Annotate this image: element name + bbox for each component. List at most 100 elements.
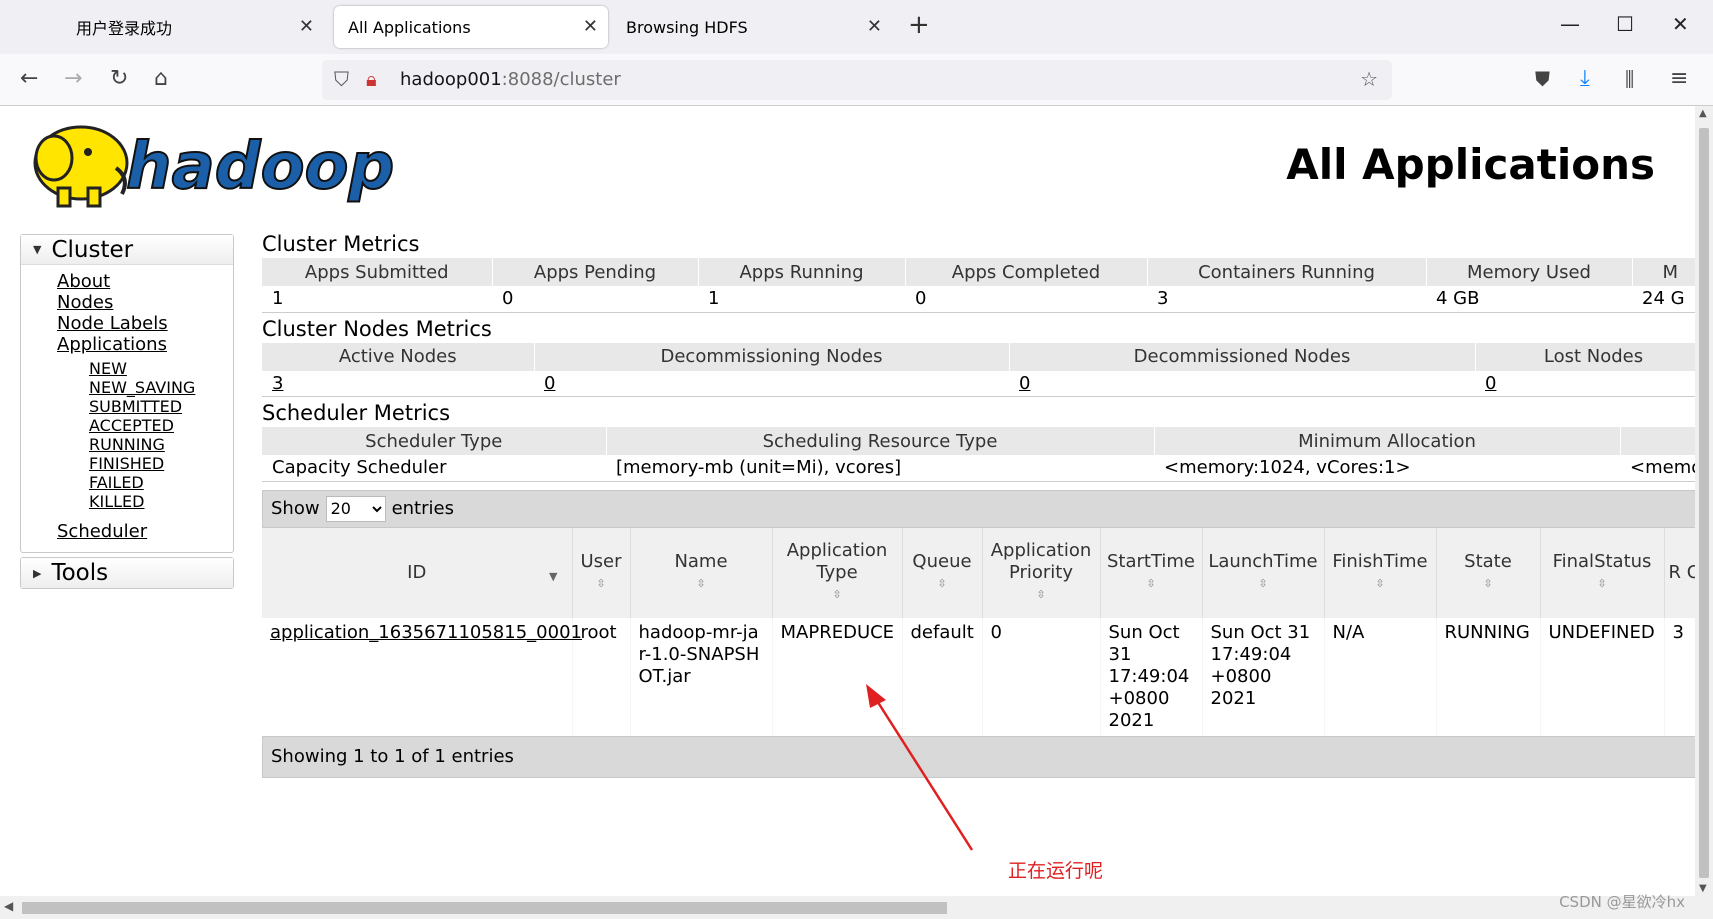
header-maximum-allocation xyxy=(1620,427,1695,455)
sidebar-link-about[interactable]: About xyxy=(57,271,233,292)
forward-icon[interactable]: → xyxy=(64,66,82,92)
hadoop-logo: hadoop xyxy=(33,125,395,208)
vertical-scroll-thumb[interactable] xyxy=(1699,128,1709,878)
close-icon[interactable]: ✕ xyxy=(867,16,882,37)
url-text[interactable]: hadoop001:8088/cluster xyxy=(400,69,621,90)
tab-browsing-hdfs[interactable]: Browsing HDFS ✕ xyxy=(612,6,892,48)
sidebar-link-nodes[interactable]: Nodes xyxy=(57,292,233,313)
tools-section: ▶ Tools xyxy=(20,557,234,589)
tab-all-applications[interactable]: All Applications ✕ xyxy=(334,6,608,48)
link-active-nodes[interactable]: 3 xyxy=(272,373,283,394)
back-icon[interactable]: ← xyxy=(20,66,38,92)
sidebar-state-new[interactable]: NEW xyxy=(57,359,233,378)
sidebar-link-scheduler[interactable]: Scheduler xyxy=(57,521,233,542)
header-scheduler-type: Scheduler Type xyxy=(262,427,607,455)
column-starttime[interactable]: StartTime ⇳ xyxy=(1100,527,1203,618)
cluster-section: ▼ Cluster About Nodes Node Labels Applica… xyxy=(20,234,234,553)
scroll-left-icon[interactable]: ◀ xyxy=(4,899,13,913)
scroll-down-icon[interactable]: ▼ xyxy=(1699,883,1707,894)
applications-table: ID ▼ User ⇳ Name ⇳ Application Type ⇳ Queue ⇳… xyxy=(262,527,1695,736)
value-apps-submitted: 1 xyxy=(262,286,492,313)
menu-icon[interactable]: ≡ xyxy=(1670,66,1688,92)
scroll-up-icon[interactable]: ▲ xyxy=(1699,108,1707,119)
pocket-icon[interactable]: ⛊ xyxy=(1535,66,1550,92)
entries-select[interactable]: 20 xyxy=(325,495,386,522)
cell-state: RUNNING xyxy=(1436,617,1541,736)
reload-icon[interactable]: ↻ xyxy=(110,66,128,92)
value-maximum-allocation: <memo xyxy=(1620,455,1695,482)
cell-priority: 0 xyxy=(982,617,1101,736)
close-icon[interactable]: ✕ xyxy=(299,16,314,37)
sort-icon: ⇳ xyxy=(1483,576,1493,590)
column-queue[interactable]: Queue ⇳ xyxy=(902,527,983,618)
sort-icon: ⇳ xyxy=(696,576,706,590)
link-decommissioned-nodes[interactable]: 0 xyxy=(1019,373,1030,394)
column-finishtime[interactable]: FinishTime ⇳ xyxy=(1324,527,1437,618)
close-window-icon[interactable]: ✕ xyxy=(1672,12,1689,36)
application-id-link[interactable]: application_1635671105815_0001 xyxy=(270,622,582,643)
sidebar-state-new-saving[interactable]: NEW_SAVING xyxy=(57,378,233,397)
logo-wordmark: hadoop xyxy=(126,130,394,204)
column-queue-label: Queue xyxy=(912,550,972,572)
sidebar-state-accepted[interactable]: ACCEPTED xyxy=(57,416,233,435)
column-name-label: Name xyxy=(674,550,728,572)
horizontal-scrollbar[interactable]: ◀ xyxy=(0,896,1713,919)
column-name[interactable]: Name ⇳ xyxy=(630,527,773,618)
table-row: application_1635671105815_0001 root hado… xyxy=(262,617,1695,736)
scheduler-metrics-table: Scheduler Type Scheduling Resource Type … xyxy=(262,427,1695,482)
node-metrics-table: Active Nodes Decommissioning Nodes Decom… xyxy=(262,342,1695,397)
column-finalstatus-label: FinalStatus xyxy=(1552,550,1652,572)
column-running-containers[interactable]: R Co xyxy=(1664,527,1695,618)
column-application-type[interactable]: Application Type ⇳ xyxy=(772,527,903,618)
header-apps-submitted: Apps Submitted xyxy=(262,258,493,286)
horizontal-scroll-thumb[interactable] xyxy=(22,902,947,914)
maximize-icon[interactable]: ☐ xyxy=(1616,12,1634,36)
tools-header[interactable]: ▶ Tools xyxy=(21,558,233,588)
tab-login-success[interactable]: 用户登录成功 ✕ xyxy=(44,6,324,48)
home-icon[interactable]: ⌂ xyxy=(154,66,168,92)
close-icon[interactable]: ✕ xyxy=(583,16,598,37)
column-state[interactable]: State ⇳ xyxy=(1436,527,1541,618)
new-tab-icon[interactable]: + xyxy=(908,10,930,40)
bookmark-star-icon[interactable]: ☆ xyxy=(1360,67,1378,91)
header-active-nodes: Active Nodes xyxy=(262,342,535,371)
node-metrics-title: Cluster Nodes Metrics xyxy=(262,316,492,341)
column-starttime-label: StartTime xyxy=(1106,550,1196,572)
vertical-scrollbar[interactable]: ▲ ▼ xyxy=(1695,106,1713,896)
cell-starttime: Sun Oct 31 17:49:04 +0800 2021 xyxy=(1100,617,1203,736)
column-id[interactable]: ID ▼ xyxy=(262,527,573,618)
collapsed-triangle-icon: ▶ xyxy=(33,566,42,580)
download-icon[interactable]: ⤓ xyxy=(1580,66,1590,92)
insecure-lock-icon[interactable]: 🔒︎ xyxy=(366,67,377,91)
cell-application-type: MAPREDUCE xyxy=(772,617,903,736)
sidebar-state-finished[interactable]: FINISHED xyxy=(57,454,233,473)
column-launchtime[interactable]: LaunchTime ⇳ xyxy=(1202,527,1325,618)
sidebar-link-node-labels[interactable]: Node Labels xyxy=(57,313,233,334)
column-finalstatus[interactable]: FinalStatus ⇳ xyxy=(1540,527,1665,618)
sort-icon: ⇳ xyxy=(1597,576,1607,590)
column-priority-label: Application Priority xyxy=(990,539,1092,583)
sidebar-state-running[interactable]: RUNNING xyxy=(57,435,233,454)
value-apps-running: 1 xyxy=(698,286,905,313)
cluster-header[interactable]: ▼ Cluster xyxy=(21,235,233,265)
url-host: hadoop001 xyxy=(400,69,502,90)
sidebar-state-killed[interactable]: KILLED xyxy=(57,492,233,511)
minimize-icon[interactable]: — xyxy=(1560,12,1580,36)
header-apps-completed: Apps Completed xyxy=(905,258,1148,286)
tab-bar: 用户登录成功 ✕ All Applications ✕ Browsing HDF… xyxy=(0,0,1713,54)
header-memory-used: Memory Used xyxy=(1426,258,1633,286)
link-lost-nodes[interactable]: 0 xyxy=(1485,373,1496,394)
sidebar-state-failed[interactable]: FAILED xyxy=(57,473,233,492)
tab-label: All Applications xyxy=(348,17,471,37)
sort-icon: ⇳ xyxy=(832,587,842,601)
sidebar-state-submitted[interactable]: SUBMITTED xyxy=(57,397,233,416)
link-decommissioning-nodes[interactable]: 0 xyxy=(544,373,555,394)
navigation-bar: ← → ↻ ⌂ ⛉ 🔒︎ hadoop001:8088/cluster ☆ ⛊ … xyxy=(0,54,1713,106)
column-user[interactable]: User ⇳ xyxy=(572,527,631,618)
column-application-priority[interactable]: Application Priority ⇳ xyxy=(982,527,1101,618)
shield-icon[interactable]: ⛉ xyxy=(334,67,349,91)
url-bar[interactable]: ⛉ 🔒︎ hadoop001:8088/cluster ☆ xyxy=(322,60,1392,100)
library-icon[interactable]: ⫼ xyxy=(1625,66,1634,92)
value-minimum-allocation: <memory:1024, vCores:1> xyxy=(1154,455,1620,482)
sidebar-link-applications[interactable]: Applications xyxy=(57,334,233,355)
